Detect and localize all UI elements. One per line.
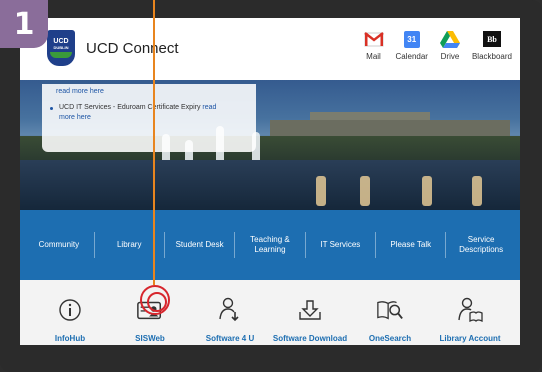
- nav-divider: [234, 232, 236, 258]
- app-label: Calendar: [395, 52, 428, 61]
- tool-label: Library Account: [439, 334, 501, 343]
- gmail-icon: [363, 30, 384, 48]
- news-more-link[interactable]: more here: [59, 114, 91, 121]
- nav-student-desk[interactable]: Student Desk: [169, 240, 231, 250]
- app-blackboard[interactable]: Bb Blackboard: [472, 30, 512, 61]
- logo-text: UCD: [53, 38, 69, 45]
- site-header: UCD DUBLIN UCD Connect Mail 31 Calendar: [20, 18, 520, 80]
- device-frame: UCD DUBLIN UCD Connect Mail 31 Calendar: [0, 0, 542, 372]
- tool-label: InfoHub: [54, 334, 86, 343]
- nav-teaching-learning[interactable]: Teaching & Learning: [239, 235, 301, 255]
- blackboard-icon: Bb: [482, 30, 502, 48]
- nav-divider: [163, 232, 165, 258]
- nav-divider: [304, 232, 306, 258]
- page-title: UCD Connect: [86, 40, 179, 57]
- download-tray-icon: [296, 296, 324, 324]
- app-launcher: Mail 31 Calendar Drive Bb Blackboard: [363, 30, 512, 61]
- nav-service-descriptions[interactable]: Service Descriptions: [450, 235, 512, 255]
- app-label: Blackboard: [471, 52, 512, 61]
- tool-label: OneSearch: [368, 334, 412, 343]
- app-label: Drive: [440, 52, 460, 61]
- lake-reflection: [316, 176, 326, 206]
- hero-lake: [20, 160, 520, 210]
- tool-software4u[interactable]: Software 4 U: [195, 280, 265, 345]
- calendar-day: 31: [403, 30, 420, 48]
- blackboard-glyph: Bb: [482, 31, 501, 47]
- person-book-icon: [456, 296, 484, 324]
- app-drive[interactable]: Drive: [439, 30, 460, 61]
- nav-it-services[interactable]: IT Services: [309, 240, 371, 250]
- book-search-icon: [376, 296, 404, 324]
- calendar-icon: 31: [402, 30, 422, 48]
- ucd-logo[interactable]: UCD DUBLIN: [47, 30, 75, 66]
- tool-software-download[interactable]: Software Download: [272, 280, 348, 345]
- info-icon: [56, 296, 84, 324]
- app-mail[interactable]: Mail: [363, 30, 384, 61]
- lake-reflection: [422, 176, 432, 206]
- main-nav: Community Library Student Desk Teaching …: [20, 210, 520, 280]
- tool-label: SISWeb: [135, 334, 165, 343]
- browser-screen: UCD DUBLIN UCD Connect Mail 31 Calendar: [20, 18, 520, 345]
- news-item: UCD IT Services - Eduroam Certificate Ex…: [50, 103, 248, 123]
- lake-reflection: [472, 176, 482, 206]
- news-panel: read more here UCD IT Services - Eduroam…: [42, 84, 256, 152]
- person-download-icon: [216, 296, 244, 324]
- logo-shield-band: [50, 52, 72, 58]
- drive-icon: [439, 30, 460, 48]
- logo-subtext: DUBLIN: [53, 45, 69, 50]
- step-number-badge: 1: [0, 0, 48, 48]
- tool-infohub[interactable]: InfoHub: [35, 280, 105, 345]
- nav-divider: [375, 232, 377, 258]
- app-label: Mail: [366, 52, 381, 61]
- news-item-text: UCD IT Services - Eduroam Certificate Ex…: [59, 104, 201, 111]
- nav-please-talk[interactable]: Please Talk: [380, 240, 442, 250]
- lake-reflection: [360, 176, 370, 206]
- nav-divider: [93, 232, 95, 258]
- tool-label: Software Download: [272, 334, 348, 343]
- nav-divider: [445, 232, 447, 258]
- callout-pointer: [153, 0, 155, 285]
- tool-onesearch[interactable]: OneSearch: [355, 280, 425, 345]
- tool-label: Software 4 U: [205, 334, 255, 343]
- news-link[interactable]: read more here: [56, 88, 248, 95]
- bullet-icon: [50, 107, 53, 110]
- nav-community[interactable]: Community: [28, 240, 90, 250]
- app-calendar[interactable]: 31 Calendar: [396, 30, 428, 61]
- callout-target-ring: [140, 285, 170, 315]
- tool-library-account[interactable]: Library Account: [435, 280, 505, 345]
- quick-tools: InfoHub SISWeb Software 4 U Software Dow…: [20, 280, 520, 345]
- news-read-link[interactable]: read: [202, 104, 216, 111]
- nav-library[interactable]: Library: [98, 240, 160, 250]
